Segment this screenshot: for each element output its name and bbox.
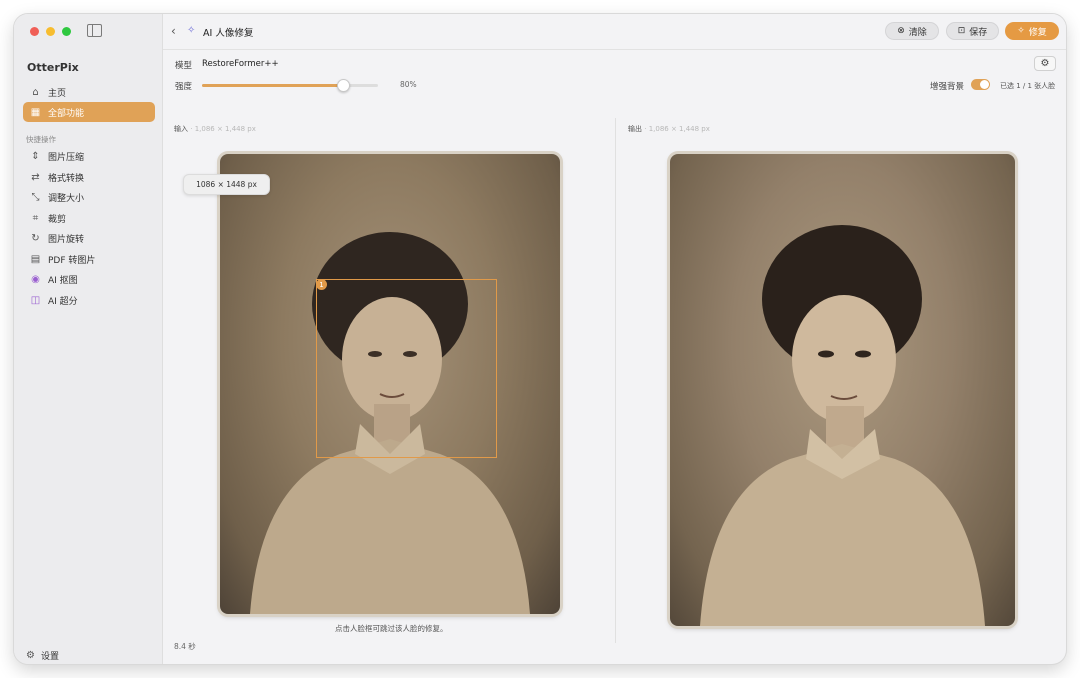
pdf-icon: ▤: [30, 253, 41, 265]
app-window: OtterPix ⌂ 主页 ▦ 全部功能 快捷操作 ⇕ 图片压缩 ⇄ 格式转换 …: [14, 14, 1066, 664]
resize-icon: ⤡: [31, 191, 40, 203]
upscale-icon: ◫: [30, 294, 41, 306]
sidebar-item-convert[interactable]: ⇄ 格式转换: [23, 167, 155, 187]
model-select[interactable]: RestoreFormer++: [202, 59, 279, 69]
sidebar-item-label: PDF 转图片: [48, 255, 96, 266]
model-label: 模型: [175, 61, 193, 71]
back-chevron-icon[interactable]: ‹: [171, 24, 176, 38]
crop-icon: ⌗: [32, 212, 39, 224]
magic-wand-icon: ✧: [187, 25, 196, 36]
repair-button[interactable]: ✧ 修复: [1005, 22, 1059, 40]
settings-button[interactable]: ⚙ 设置: [26, 646, 59, 664]
sidebar-item-compress[interactable]: ⇕ 图片压缩: [23, 146, 155, 166]
face-index-badge: 1: [316, 279, 327, 290]
gear-icon: ⚙: [26, 649, 35, 661]
gear-icon: ⚙: [1040, 58, 1050, 69]
strength-label: 强度: [175, 82, 193, 92]
face-detection-box[interactable]: 1: [316, 279, 497, 458]
sidebar-item-crop[interactable]: ⌗ 裁剪: [23, 208, 155, 228]
minimize-window-button[interactable]: [46, 27, 55, 36]
save-icon: ⊡: [957, 26, 966, 36]
strength-slider[interactable]: [202, 79, 378, 92]
sidebar-item-home[interactable]: ⌂ 主页: [23, 82, 155, 102]
save-label: 保存: [969, 27, 988, 38]
page-title: AI 人像修复: [203, 28, 254, 39]
toolbar: ‹ ✧ AI 人像修复 ⊗ 清除 ⊡ 保存 ✧ 修复: [163, 14, 1066, 50]
elapsed-time: 8.4 秒: [174, 642, 196, 651]
grid-icon: ▦: [30, 106, 41, 118]
person-cutout-icon: ◉: [31, 273, 40, 285]
sidebar-item-ai-upscale[interactable]: ◫ AI 超分: [23, 290, 155, 310]
output-panel-label: 输出 · 1,086 × 1,448 px: [628, 125, 710, 133]
clear-label: 清除: [908, 27, 927, 38]
clear-circle-icon: ⊗: [897, 26, 905, 36]
strength-slider-fill: [202, 84, 343, 87]
input-label: 输入: [174, 125, 188, 133]
quick-actions-heading: 快捷操作: [26, 135, 56, 144]
restored-portrait-illustration: [700, 225, 985, 626]
strength-slider-handle[interactable]: [336, 79, 350, 92]
sidebar-item-label: 全部功能: [48, 108, 85, 119]
sidebar-item-all-features[interactable]: ▦ 全部功能: [23, 102, 155, 122]
sidebar-item-label: 图片压缩: [48, 152, 85, 163]
save-button[interactable]: ⊡ 保存: [946, 22, 999, 40]
output-label: 输出: [628, 125, 642, 133]
sidebar-toggle-icon[interactable]: [87, 24, 102, 37]
sidebar-item-label: 裁剪: [48, 214, 67, 225]
sidebar-item-ai-cutout[interactable]: ◉ AI 抠图: [23, 269, 155, 289]
app-name: OtterPix: [27, 61, 79, 74]
skip-face-hint: 点击人脸框可跳过该人脸的修复。: [335, 624, 448, 633]
convert-icon: ⇄: [31, 171, 40, 183]
sidebar-item-label: 图片旋转: [48, 234, 85, 245]
enhance-background-label: 增强背景: [930, 82, 965, 92]
repair-label: 修复: [1028, 27, 1047, 38]
compress-icon: ⇕: [31, 150, 40, 162]
options-button[interactable]: ⚙: [1034, 56, 1056, 71]
face-selection-count: 已选 1 / 1 张人脸: [1000, 82, 1056, 90]
sidebar-item-rotate[interactable]: ↻ 图片旋转: [23, 228, 155, 248]
output-photo: [670, 154, 1015, 626]
sidebar-item-label: AI 超分: [48, 296, 78, 307]
window-controls: [30, 27, 71, 36]
enhance-background-toggle[interactable]: [971, 79, 990, 90]
sidebar-item-label: AI 抠图: [48, 275, 78, 286]
magic-wand-icon: ✧: [1017, 26, 1025, 36]
panel-divider: [615, 118, 616, 643]
sidebar-item-label: 主页: [48, 88, 67, 99]
clear-button[interactable]: ⊗ 清除: [885, 22, 939, 40]
sidebar-item-resize[interactable]: ⤡ 调整大小: [23, 187, 155, 207]
settings-label: 设置: [40, 651, 59, 662]
close-window-button[interactable]: [30, 27, 39, 36]
strength-value: 80%: [400, 80, 417, 89]
output-dimensions: 1,086 × 1,448 px: [648, 125, 710, 133]
zoom-window-button[interactable]: [62, 27, 71, 36]
sidebar-item-label: 调整大小: [48, 193, 85, 204]
input-dimensions: 1,086 × 1,448 px: [194, 125, 256, 133]
home-icon: ⌂: [32, 86, 39, 98]
image-size-tooltip: 1086 × 1448 px: [183, 174, 270, 195]
sidebar: OtterPix ⌂ 主页 ▦ 全部功能 快捷操作 ⇕ 图片压缩 ⇄ 格式转换 …: [14, 14, 163, 664]
sidebar-item-label: 格式转换: [48, 173, 85, 184]
rotate-icon: ↻: [31, 232, 40, 244]
sidebar-item-pdf[interactable]: ▤ PDF 转图片: [23, 249, 155, 269]
input-panel-label: 输入 · 1,086 × 1,448 px: [174, 125, 256, 133]
